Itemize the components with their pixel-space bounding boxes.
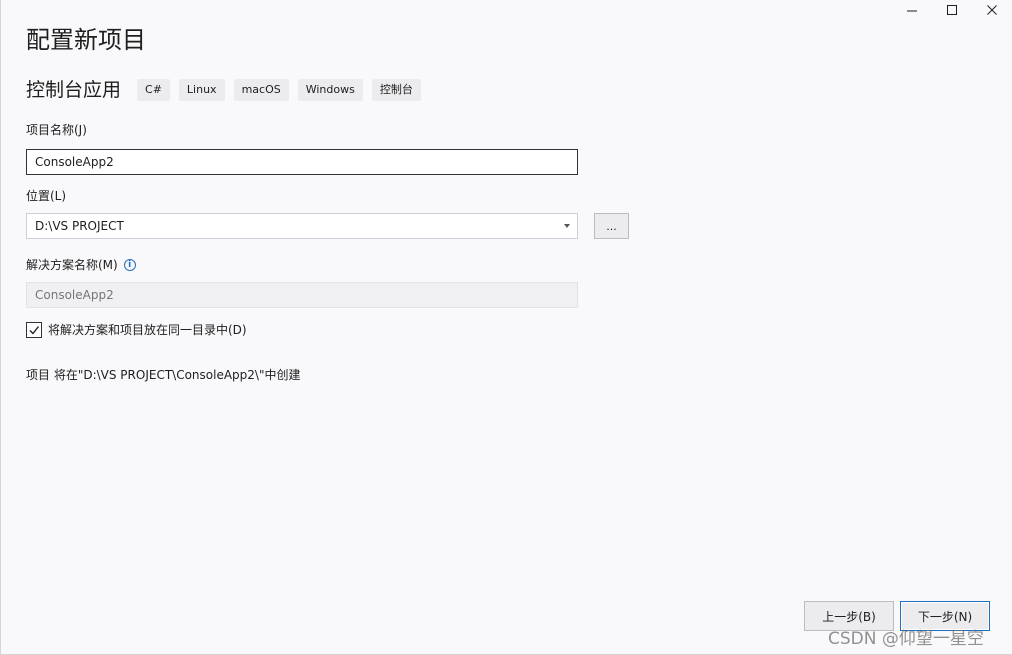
close-button[interactable] [972, 0, 1012, 20]
template-name: 控制台应用 [26, 79, 122, 101]
page-title: 配置新项目 [26, 26, 146, 54]
creation-path-summary: 项目 将在"D:\VS PROJECT\ConsoleApp2\"中创建 [26, 368, 301, 382]
same-directory-checkbox[interactable] [26, 322, 42, 338]
tag-windows: Windows [297, 79, 363, 101]
browse-button[interactable]: ... [594, 213, 629, 239]
solution-name-input [26, 282, 578, 308]
tag-console: 控制台 [371, 79, 421, 101]
info-icon[interactable]: i [123, 259, 136, 271]
chevron-down-icon[interactable] [564, 224, 570, 228]
location-label: 位置(L) [26, 189, 67, 203]
minimize-icon [907, 10, 917, 12]
window-controls [892, 0, 1012, 20]
project-name-label: 项目名称(J) [26, 123, 87, 137]
same-directory-label: 将解决方案和项目放在同一目录中(D) [48, 323, 247, 337]
checkmark-icon [29, 326, 40, 335]
minimize-button[interactable] [892, 0, 932, 20]
template-header: 控制台应用 C# Linux macOS Windows 控制台 [26, 76, 430, 104]
tag-csharp: C# [137, 79, 170, 101]
location-combobox[interactable] [26, 213, 578, 239]
configure-project-window: 配置新项目 控制台应用 C# Linux macOS Windows 控制台 项… [0, 0, 1012, 655]
solution-name-label-row: 解决方案名称(M) i [26, 257, 136, 273]
same-directory-option[interactable]: 将解决方案和项目放在同一目录中(D) [26, 321, 247, 339]
maximize-button[interactable] [932, 0, 972, 20]
project-name-input[interactable] [26, 149, 578, 175]
tag-macos: macOS [233, 79, 289, 101]
close-icon [987, 5, 997, 15]
solution-name-label: 解决方案名称(M) [26, 258, 118, 272]
maximize-icon [947, 5, 957, 15]
watermark: CSDN @仰望一星空 [828, 629, 984, 649]
tag-linux: Linux [178, 79, 225, 101]
